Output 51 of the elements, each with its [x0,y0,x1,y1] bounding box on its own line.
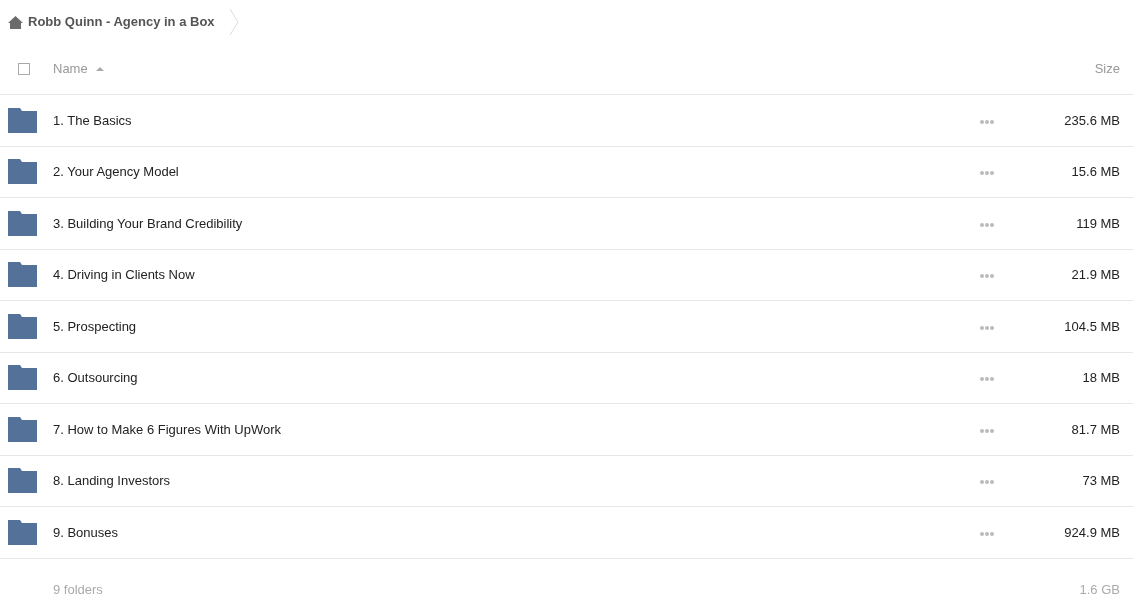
more-icon[interactable] [980,480,994,485]
more-icon[interactable] [980,171,994,176]
folder-name: 1. The Basics [53,111,132,130]
more-icon[interactable] [980,377,994,382]
more-icon[interactable] [980,274,994,279]
folder-row[interactable]: 1. The Basics 235.6 MB [0,95,1133,147]
folder-size: 119 MB [1075,214,1120,233]
folder-row[interactable]: 4. Driving in Clients Now 21.9 MB [0,249,1133,301]
folder-icon [8,107,37,133]
folder-icon [8,313,37,339]
home-icon[interactable] [8,15,23,29]
folder-row[interactable]: 5. Prospecting 104.5 MB [0,301,1133,353]
folder-name: 4. Driving in Clients Now [53,266,195,284]
folder-size: 15.6 MB [1070,163,1120,181]
more-icon[interactable] [980,325,994,330]
folder-icon [8,210,37,236]
folder-icon [8,365,37,391]
folder-icon [8,416,37,442]
folder-size: 104.5 MB [1063,317,1120,336]
folder-row[interactable]: 9. Bonuses 924.9 MB [0,507,1133,559]
folder-name: 9. Bonuses [53,523,119,542]
folder-name: 8. Landing Investors [53,472,171,490]
total-size: 1.6 GB [1079,580,1120,599]
select-all-checkbox[interactable] [18,63,30,75]
folder-row[interactable]: 7. How to Make 6 Figures With UpWork 81.7 MB [0,404,1133,456]
folder-size: 18 MB [1081,369,1120,387]
more-icon[interactable] [980,428,994,433]
folder-count: 9 folders [53,580,103,599]
folder-size: 81.7 MB [1070,420,1120,439]
folder-icon [8,159,37,185]
more-icon[interactable] [980,119,994,124]
more-icon[interactable] [980,222,994,227]
folder-size: 21.9 MB [1070,266,1120,284]
folder-row[interactable]: 6. Outsourcing 18 MB [0,352,1133,404]
folder-name: 5. Prospecting [53,317,137,336]
folder-size: 235.6 MB [1063,111,1120,130]
folder-name: 3. Building Your Brand Credibility [53,214,243,233]
folder-row[interactable]: 2. Your Agency Model 15.6 MB [0,146,1133,198]
chevron-icon [228,8,239,36]
folder-name: 6. Outsourcing [53,369,138,387]
folder-icon [8,468,37,494]
folder-name: 2. Your Agency Model [53,163,179,181]
folder-size: 73 MB [1081,472,1120,490]
folder-icon [8,519,37,545]
folder-name: 7. How to Make 6 Figures With UpWork [53,420,282,439]
more-icon[interactable] [980,531,994,536]
folder-row[interactable]: 8. Landing Investors 73 MB [0,455,1133,507]
folder-row[interactable]: 3. Building Your Brand Credibility 119 MB [0,198,1133,250]
breadcrumb-link[interactable]: Robb Quinn - Agency in a Box [28,12,215,32]
folder-icon [8,262,37,288]
folder-size: 924.9 MB [1063,523,1120,542]
